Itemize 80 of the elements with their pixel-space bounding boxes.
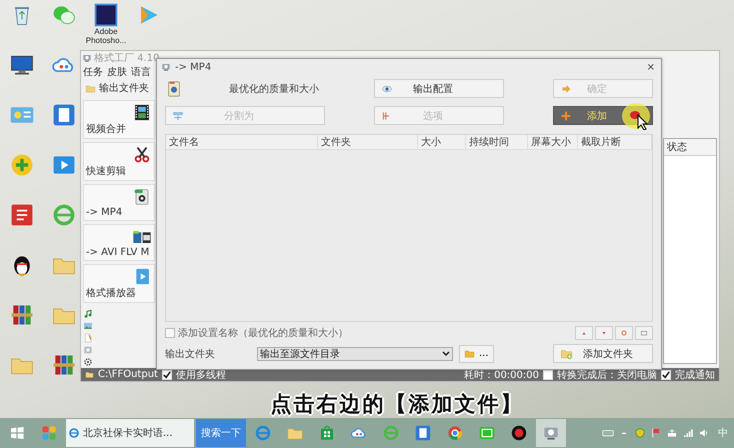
round-browser-icon <box>446 424 464 442</box>
tv-app-icon <box>478 424 496 442</box>
video-caption: 点击右边的【添加文件】 <box>270 391 524 418</box>
plus-icon <box>560 110 572 122</box>
add-folder-button[interactable]: 添加文件夹 <box>553 344 653 363</box>
checkbox[interactable] <box>165 328 175 338</box>
output-config-button[interactable]: 输出配置 <box>374 79 504 98</box>
clear-list-icon <box>639 328 649 338</box>
folder-icon <box>464 348 475 359</box>
list-tool-button[interactable] <box>635 326 653 340</box>
column-header[interactable]: 文件名 <box>166 135 318 149</box>
browser-icon <box>68 427 80 439</box>
folder-icon <box>85 82 96 94</box>
checkbox-label: 添加设置名称（最优化的质量和大小） <box>178 326 348 340</box>
windows-logo-icon <box>8 424 26 442</box>
profile-name: 最优化的质量和大小 <box>229 82 319 96</box>
checkbox-label: 使用多线程 <box>176 368 226 382</box>
app-icon <box>161 62 171 72</box>
sidebar-tile[interactable]: 快速剪辑 <box>83 142 155 181</box>
app-tile-icon[interactable] <box>9 202 35 228</box>
sidebar-tile[interactable]: 格式播放器 <box>83 264 155 303</box>
menu-item[interactable]: 语言 <box>131 65 151 79</box>
mouse-pointer-icon <box>637 114 648 130</box>
checkbox-label: 完成通知 <box>675 368 715 382</box>
network-icon[interactable] <box>666 427 678 439</box>
plus-circle-icon[interactable] <box>9 152 35 178</box>
document-app-icon[interactable] <box>51 102 77 128</box>
output-folder-dropdown[interactable]: 输出至源文件目录 <box>257 346 453 360</box>
list-tool-button[interactable] <box>615 326 633 340</box>
scissors-icon <box>132 145 152 164</box>
volume-icon[interactable] <box>698 427 710 439</box>
document-icon[interactable] <box>83 333 93 343</box>
sidebar-tile[interactable]: 视频合并 <box>83 100 155 139</box>
shield-icon[interactable] <box>634 427 646 439</box>
remove-icon <box>619 328 629 338</box>
browse-button[interactable]: ... <box>459 344 494 362</box>
checkbox[interactable] <box>162 370 172 380</box>
sidebar-tile[interactable]: -> AVI FLV M <box>83 224 155 261</box>
browser-icon <box>254 424 272 442</box>
flag-icon[interactable] <box>650 427 662 439</box>
menu-item[interactable]: 皮肤 <box>107 65 127 79</box>
app-icon <box>82 52 92 62</box>
music-note-icon[interactable] <box>83 309 93 319</box>
app-tile-icon[interactable] <box>93 2 119 28</box>
browser-icon <box>382 424 400 442</box>
column-header: 状态 <box>664 139 716 156</box>
browser-icon[interactable] <box>51 202 77 228</box>
gear-icon[interactable] <box>83 357 93 367</box>
elapsed-time: 耗时：00:00:00 <box>464 368 539 382</box>
record-icon <box>510 424 528 442</box>
list-tool-button[interactable] <box>595 326 613 340</box>
icon-label: Adobe Photosho... <box>84 28 128 46</box>
output-folder-button[interactable]: 输出文件夹 <box>81 80 153 96</box>
column-header[interactable]: 文件夹 <box>318 135 418 149</box>
film-strip-icon <box>132 103 152 122</box>
column-header[interactable]: 大小 <box>418 135 466 149</box>
close-button[interactable]: × <box>644 62 657 72</box>
search-button[interactable]: 搜索一下 <box>196 419 246 447</box>
store-icon <box>318 424 336 442</box>
app-grid-icon <box>40 424 58 442</box>
checkbox[interactable] <box>661 370 671 380</box>
signal-icon[interactable] <box>682 427 694 439</box>
keyboard-icon[interactable] <box>602 427 614 439</box>
column-header[interactable]: 屏幕大小 <box>528 135 578 149</box>
column-header[interactable]: 持续时间 <box>466 135 528 149</box>
taskbar-window-button[interactable]: 北京社保卡实时语... <box>66 419 194 447</box>
checkbox-label: 转换完成后：关闭电脑 <box>557 368 657 382</box>
document-app-icon <box>414 424 432 442</box>
arrow-right-icon <box>560 82 572 94</box>
sidebar-tile[interactable]: -> MP4 <box>83 184 155 221</box>
output-folder-label: 输出文件夹 <box>165 348 215 360</box>
list-tool-button[interactable] <box>575 326 593 340</box>
folder-plus-icon <box>560 347 573 360</box>
output-path: C:\FFOutput <box>98 369 158 380</box>
folder-icon <box>85 370 94 379</box>
picture-icon[interactable] <box>83 321 93 331</box>
dialog-title: -> MP4 <box>175 62 212 72</box>
column-header[interactable]: 截取片断 <box>578 135 652 149</box>
menu-item[interactable]: 任务 <box>83 65 103 79</box>
split-icon <box>172 110 184 122</box>
